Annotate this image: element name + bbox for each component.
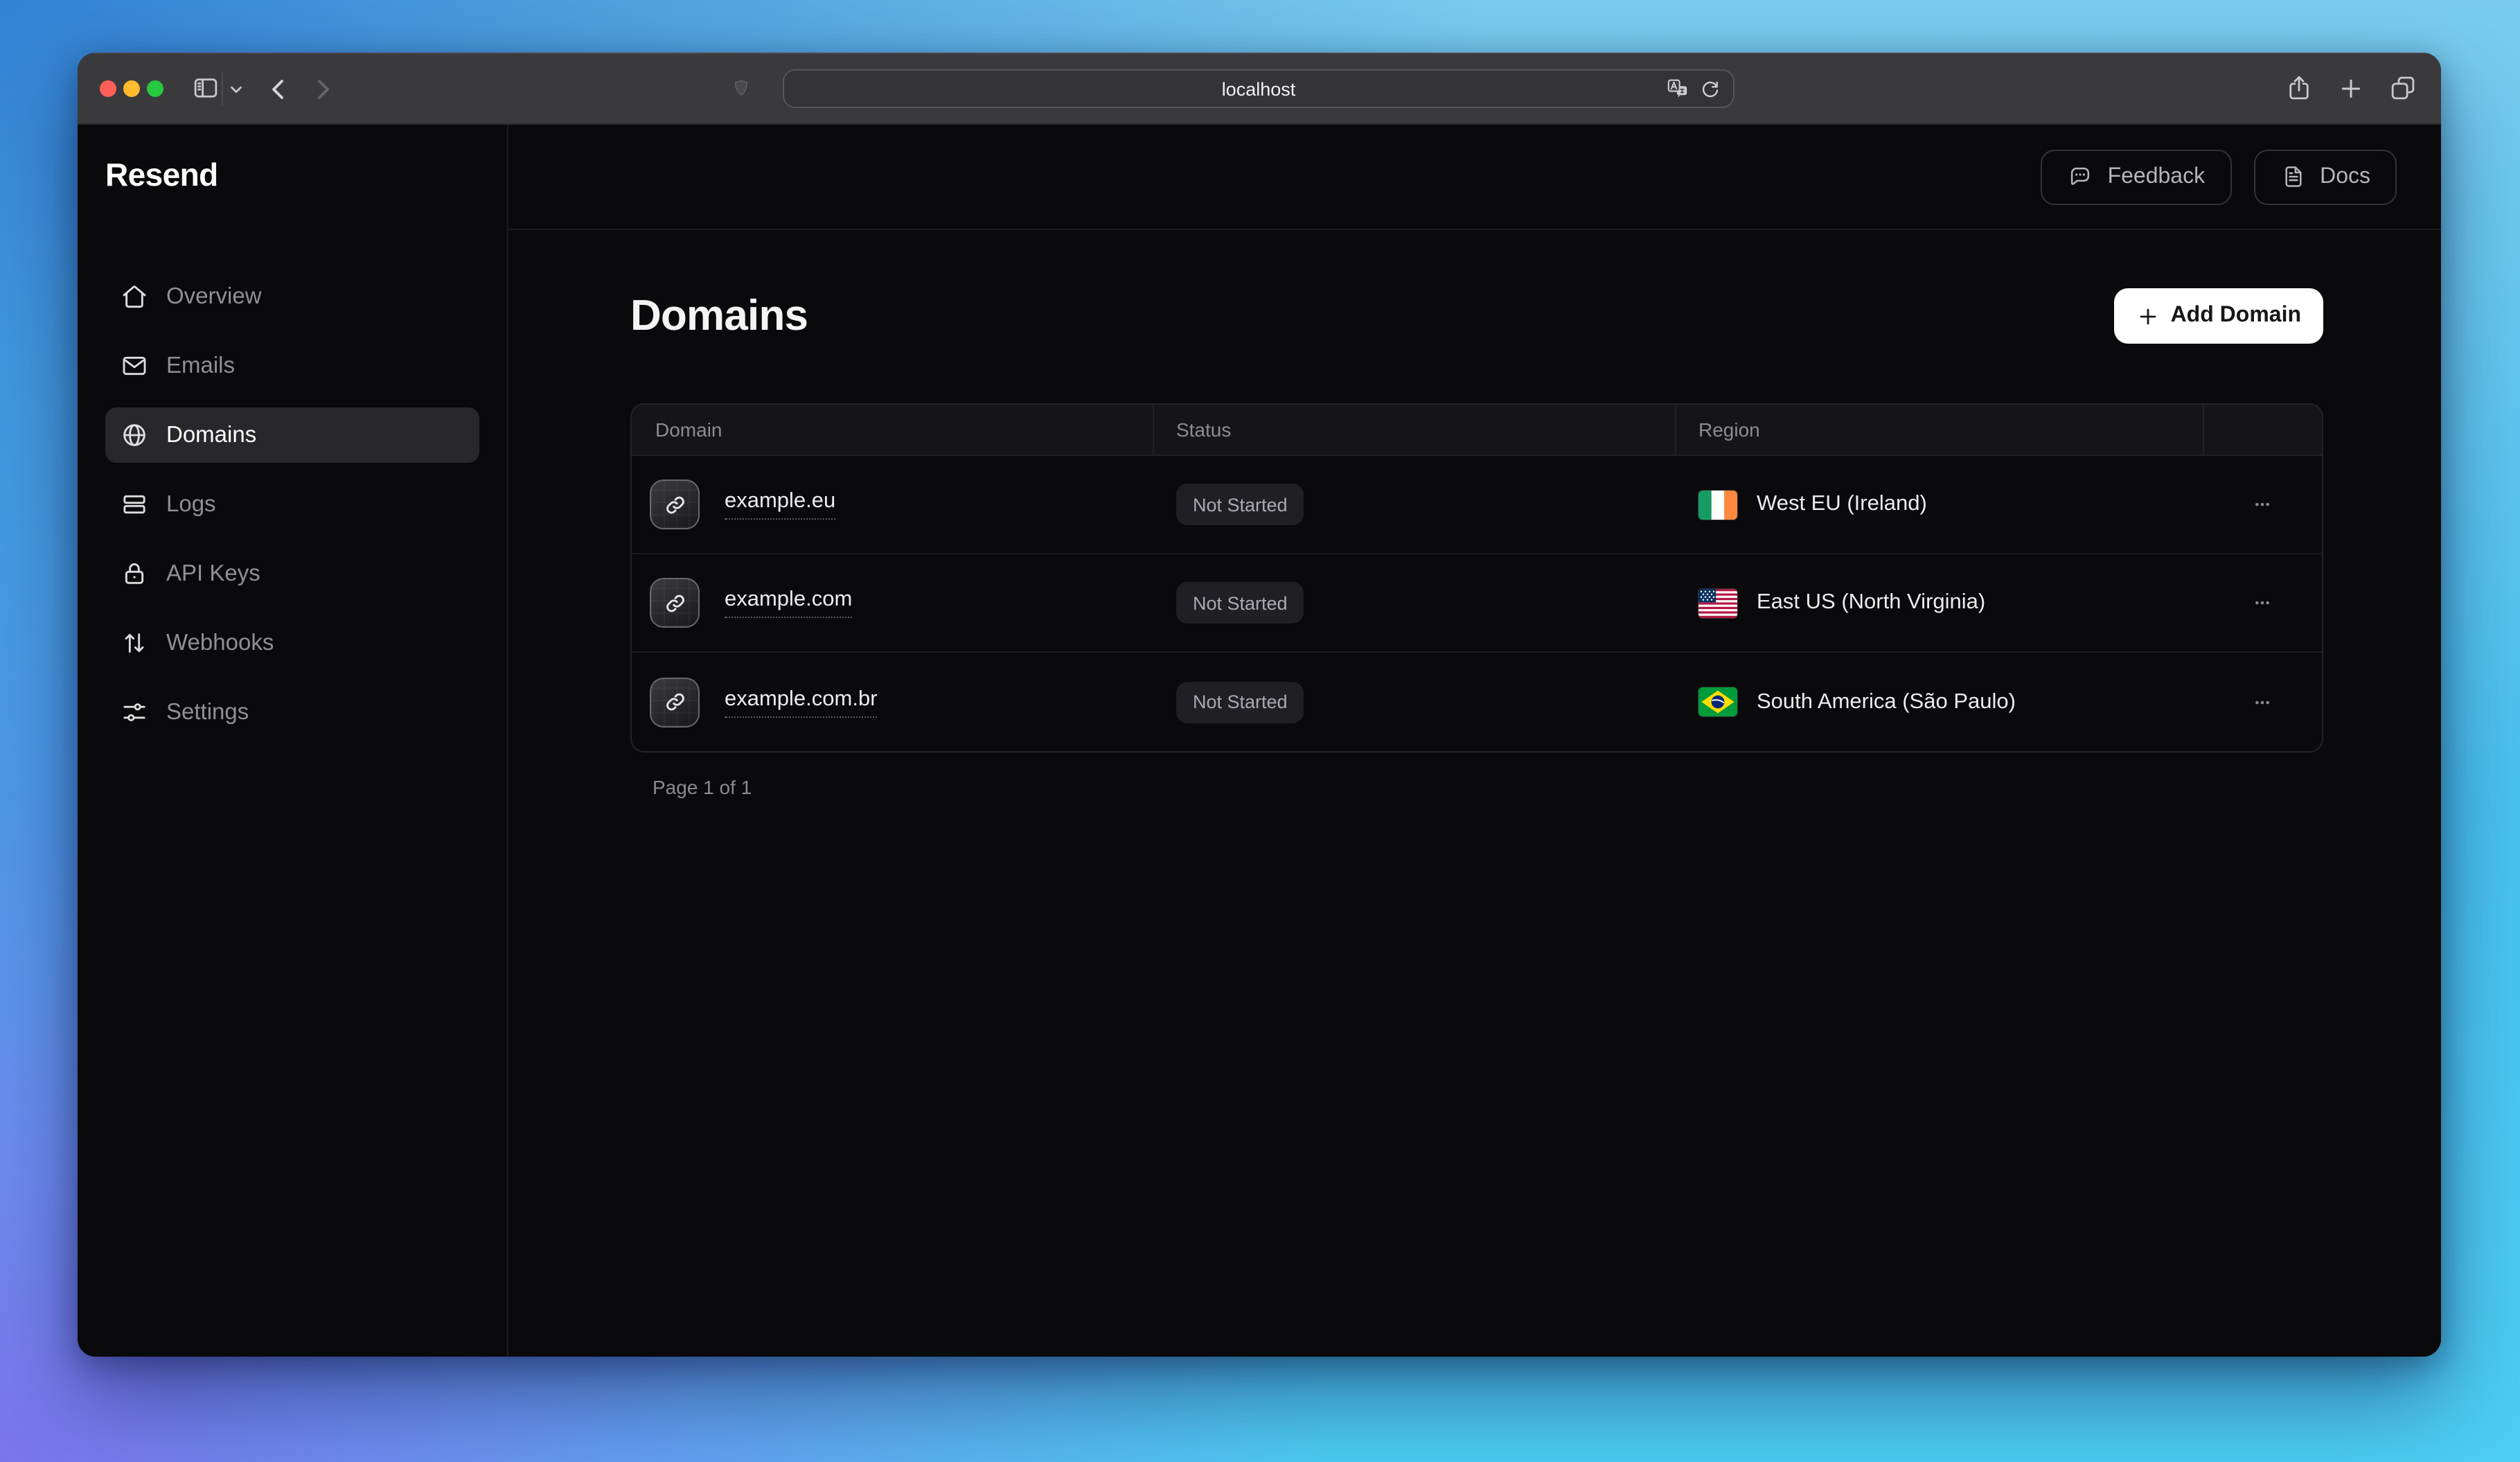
docs-button-label: Docs: [2320, 164, 2370, 189]
sidebar-item-settings[interactable]: Settings: [105, 685, 479, 740]
table-row: example.com Not Started: [632, 554, 2322, 653]
us-flag-icon: [1698, 588, 1737, 617]
sidebar-nav: Overview Emails: [105, 269, 479, 740]
docs-button[interactable]: Docs: [2253, 149, 2397, 204]
page-content: Domains Add Domain Domain Status: [508, 230, 2441, 798]
browser-toolbar: localhost: [78, 53, 2441, 125]
table-row: example.com.br Not Started: [632, 653, 2322, 751]
row-actions-button[interactable]: [2237, 583, 2287, 622]
region-label: East US (North Virginia): [1757, 590, 1985, 615]
sidebar-toggle-icon[interactable]: [191, 73, 220, 103]
sidebar-item-emails[interactable]: Emails: [105, 338, 479, 394]
sidebar: Resend Overview: [78, 125, 508, 1357]
row-actions-button[interactable]: [2237, 682, 2287, 721]
sidebar-item-label: Overview: [166, 283, 262, 310]
link-icon: [650, 479, 700, 529]
plus-icon: [2136, 304, 2160, 328]
chevron-down-icon[interactable]: [229, 82, 244, 97]
lock-icon: [121, 560, 148, 588]
reload-icon[interactable]: [1700, 78, 1721, 99]
address-url: localhost: [1222, 78, 1296, 99]
sidebar-item-label: Emails: [166, 353, 235, 379]
resend-logo: Resend: [105, 158, 479, 191]
ireland-flag-icon: [1698, 490, 1737, 519]
tab-overview-icon[interactable]: [2388, 73, 2417, 103]
sidebar-item-label: Settings: [166, 699, 249, 725]
shield-icon[interactable]: [730, 78, 752, 100]
feedback-button[interactable]: Feedback: [2041, 149, 2232, 204]
column-header-domain: Domain: [632, 405, 1153, 455]
translate-icon[interactable]: [1665, 76, 1690, 101]
region-label: West EU (Ireland): [1757, 492, 1927, 517]
rows-icon: [121, 491, 148, 518]
main-area: Feedback Docs Domains: [508, 125, 2441, 1357]
region-label: South America (São Paulo): [1757, 689, 2016, 714]
table-header: Domain Status Region: [632, 405, 2322, 456]
brazil-flag-icon: [1698, 687, 1737, 716]
link-icon: [650, 677, 700, 727]
sidebar-item-logs[interactable]: Logs: [105, 477, 479, 532]
column-header-status: Status: [1153, 405, 1675, 455]
add-domain-button[interactable]: Add Domain: [2114, 288, 2323, 344]
link-icon: [650, 578, 700, 628]
status-badge: Not Started: [1176, 484, 1304, 525]
status-badge: Not Started: [1176, 681, 1304, 723]
column-header-region: Region: [1675, 405, 2203, 455]
add-domain-label: Add Domain: [2171, 303, 2301, 328]
column-header-actions: [2203, 405, 2322, 455]
minimize-window-button[interactable]: [123, 80, 140, 97]
sidebar-item-api-keys[interactable]: API Keys: [105, 546, 479, 601]
browser-window: localhost: [78, 53, 2441, 1357]
domain-link[interactable]: example.com: [725, 588, 852, 618]
domains-table: Domain Status Region: [630, 403, 2323, 752]
status-badge: Not Started: [1176, 582, 1304, 624]
globe-icon: [121, 421, 148, 449]
domain-link[interactable]: example.eu: [725, 489, 835, 520]
row-actions-button[interactable]: [2237, 485, 2287, 524]
sidebar-item-domains[interactable]: Domains: [105, 407, 479, 463]
sidebar-item-label: Domains: [166, 422, 256, 448]
document-icon: [2280, 164, 2306, 190]
pagination-label: Page 1 of 1: [630, 776, 2323, 798]
toolbar-divider: [222, 72, 223, 105]
top-header: Feedback Docs: [508, 125, 2441, 230]
sidebar-item-label: API Keys: [166, 561, 260, 587]
page-title: Domains: [630, 291, 808, 341]
address-bar[interactable]: localhost: [783, 69, 1734, 108]
domain-link[interactable]: example.com.br: [725, 687, 878, 717]
desktop-wallpaper: localhost: [0, 0, 2520, 1462]
zoom-window-button[interactable]: [147, 80, 163, 97]
sidebar-item-overview[interactable]: Overview: [105, 269, 479, 324]
new-tab-icon[interactable]: [2337, 75, 2365, 103]
back-icon[interactable]: [266, 76, 292, 103]
sidebar-item-label: Webhooks: [166, 630, 274, 656]
close-window-button[interactable]: [100, 80, 116, 97]
share-icon[interactable]: [2284, 73, 2314, 103]
forward-icon[interactable]: [309, 76, 335, 103]
feedback-button-label: Feedback: [2108, 164, 2206, 189]
arrows-up-down-icon: [121, 629, 148, 657]
table-row: example.eu Not Started West EU (Ireland): [632, 456, 2322, 554]
chat-bubble-icon: [2068, 164, 2094, 190]
sidebar-item-webhooks[interactable]: Webhooks: [105, 615, 479, 671]
sliders-icon: [121, 698, 148, 726]
home-icon: [121, 283, 148, 310]
app-root: Resend Overview: [78, 125, 2441, 1357]
sidebar-item-label: Logs: [166, 491, 216, 518]
mail-icon: [121, 352, 148, 380]
